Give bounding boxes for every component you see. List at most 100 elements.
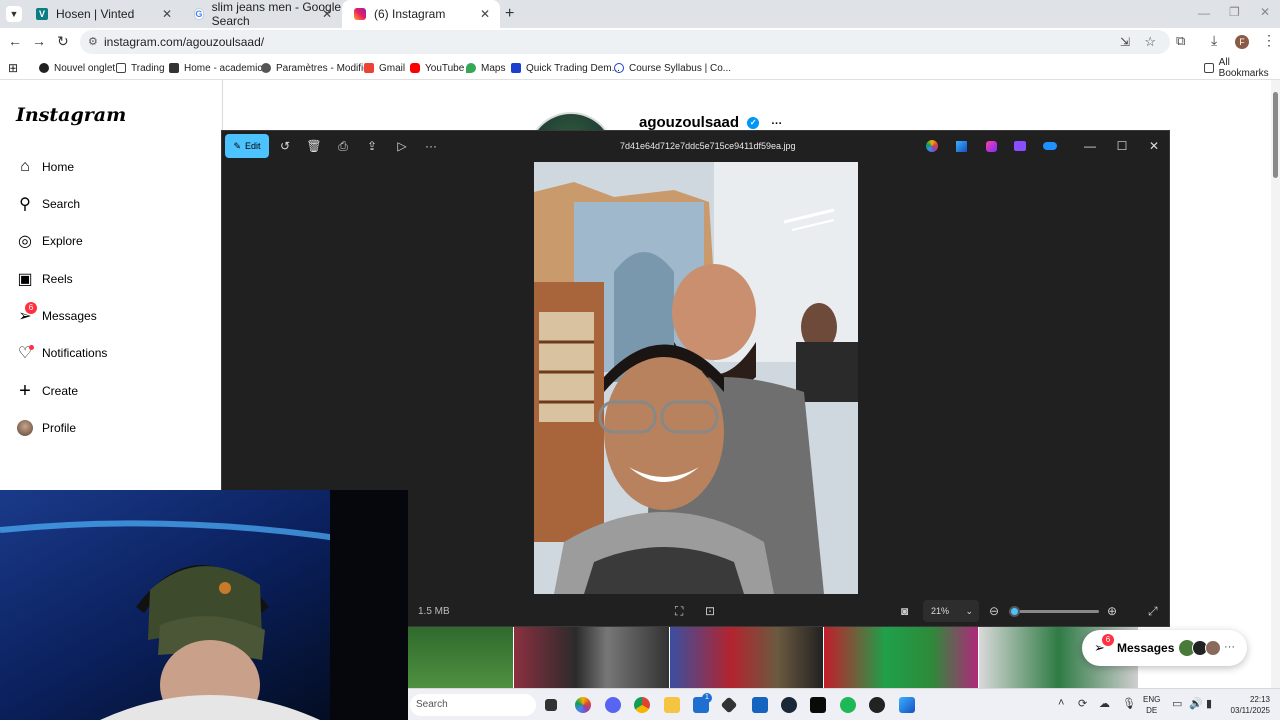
spotify-icon[interactable]: [840, 697, 856, 713]
bookmark-maps[interactable]: Maps: [466, 56, 505, 80]
bookmark-home-academics[interactable]: Home - academics: [169, 56, 267, 80]
gear-icon: [261, 63, 271, 73]
close-icon[interactable]: ✕: [480, 7, 490, 21]
post-thumbnail[interactable]: [514, 627, 669, 688]
bookmark-quick-trading[interactable]: Quick Trading Dem...: [511, 56, 620, 80]
video-editor-icon[interactable]: [1012, 138, 1028, 154]
bookmark-parametres[interactable]: Paramètres - Modifier: [261, 56, 372, 80]
instagram-logo[interactable]: Instagram: [16, 104, 126, 126]
forward-arrow-icon[interactable]: →: [32, 33, 46, 49]
downloads-icon[interactable]: ⤓: [1211, 32, 1217, 49]
file-explorer-icon[interactable]: [664, 697, 680, 713]
close-icon[interactable]: ✕: [322, 7, 332, 21]
zoom-slider-thumb[interactable]: [1008, 606, 1020, 617]
unity-icon[interactable]: [720, 696, 738, 714]
viewer-minimize-icon[interactable]: —: [1082, 138, 1098, 154]
photos-icon[interactable]: [899, 697, 915, 713]
back-arrow-icon[interactable]: ←: [8, 33, 22, 49]
install-app-icon[interactable]: ⇲: [1120, 30, 1130, 54]
nav-create[interactable]: + Create: [16, 379, 78, 403]
profile-avatar[interactable]: F: [1235, 35, 1249, 49]
designer-icon[interactable]: [953, 138, 969, 154]
copilot-icon[interactable]: [575, 697, 591, 713]
scrollbar-thumb[interactable]: [1273, 92, 1278, 178]
more-options-icon[interactable]: ···: [423, 138, 439, 154]
nav-profile[interactable]: Profile: [16, 416, 76, 440]
reload-icon[interactable]: ↻: [57, 33, 69, 50]
bookmark-star-icon[interactable]: ☆: [1144, 30, 1156, 54]
zoom-out-icon[interactable]: ⊖: [989, 604, 999, 618]
zoom-slider[interactable]: [1008, 606, 1099, 617]
post-thumbnail[interactable]: [670, 627, 823, 688]
fullscreen-icon[interactable]: ⤢: [1148, 604, 1158, 619]
messenger-icon: ➢ 6: [16, 302, 37, 325]
post-thumbnail[interactable]: [824, 627, 978, 688]
rotate-icon[interactable]: ↺: [277, 138, 293, 154]
language-indicator[interactable]: ENG DE: [1143, 694, 1160, 716]
delete-trash-icon[interactable]: 🗑: [306, 138, 322, 154]
nav-home[interactable]: ⌂ Home: [16, 155, 74, 179]
extensions-icon[interactable]: ⧉: [1176, 33, 1185, 49]
bookmark-youtube[interactable]: YouTube: [410, 56, 464, 80]
bookmark-course-syllabus[interactable]: Course Syllabus | Co...: [614, 56, 731, 80]
volume-icon[interactable]: 🔊: [1189, 697, 1203, 710]
nav-explore[interactable]: ◎ Explore: [16, 229, 83, 253]
window-close-icon[interactable]: ✕: [1260, 5, 1270, 19]
slideshow-icon[interactable]: ▷: [394, 138, 410, 154]
display-icon[interactable]: ▭: [1172, 697, 1182, 710]
close-icon[interactable]: ✕: [162, 7, 172, 21]
all-bookmarks[interactable]: All Bookmarks: [1204, 56, 1280, 80]
fit-to-window-icon[interactable]: ⛶: [675, 604, 683, 619]
obs-icon[interactable]: [869, 697, 885, 713]
post-thumbnail[interactable]: [408, 627, 513, 688]
profile-options-icon[interactable]: ···: [771, 118, 782, 130]
battery-icon[interactable]: ▮: [1206, 697, 1212, 710]
tab-google-search[interactable]: G slim jeans men - Google Search ✕: [182, 0, 342, 28]
tab-list-dropdown-icon[interactable]: ▼: [6, 6, 22, 22]
page-scrollbar[interactable]: [1271, 80, 1280, 688]
copilot-icon[interactable]: [924, 138, 940, 154]
zoom-dropdown[interactable]: 21% ⌄: [923, 600, 979, 622]
visual-studio-icon[interactable]: [752, 697, 768, 713]
onedrive-icon[interactable]: ☁: [1099, 697, 1110, 710]
address-bar[interactable]: ⚙ instagram.com/agouzoulsaad/ ⇲ ☆: [80, 30, 1170, 54]
microphone-icon[interactable]: 🎙: [1122, 697, 1136, 710]
onedrive-cloud-icon[interactable]: [1042, 138, 1058, 154]
zoom-in-icon[interactable]: ⊕: [1107, 604, 1117, 618]
nav-messages[interactable]: ➢ 6 Messages: [16, 302, 97, 328]
viewer-maximize-icon[interactable]: ☐: [1114, 138, 1130, 154]
new-tab-plus-icon[interactable]: +: [505, 5, 514, 23]
tab-instagram[interactable]: (6) Instagram ✕: [342, 0, 500, 28]
chevron-up-icon[interactable]: ˄: [1058, 697, 1064, 709]
restore-icon[interactable]: ❐: [1229, 5, 1240, 19]
actual-size-icon[interactable]: ⊡: [705, 604, 715, 618]
chrome-icon[interactable]: [634, 697, 650, 713]
discord-icon[interactable]: [605, 697, 621, 713]
menu-kebab-icon[interactable]: ⋮: [1262, 32, 1276, 49]
info-camera-icon[interactable]: ◙: [901, 604, 908, 618]
bookmark-nouvel-onglet[interactable]: Nouvel onglet: [39, 56, 115, 80]
windows-taskbar: Search 1 ˄ ⟳ ☁ 🎙 ENG DE ▭ 🔊 ▮ 22:13 03/1…: [408, 688, 1280, 720]
print-icon[interactable]: ⎙: [335, 138, 351, 154]
steam-icon[interactable]: [781, 697, 797, 713]
clock[interactable]: 22:13 03/11/2025: [1226, 694, 1270, 716]
bookmark-gmail[interactable]: Gmail: [364, 56, 405, 80]
nav-search[interactable]: ⚲ Search: [16, 192, 80, 216]
clipchamp-icon[interactable]: [983, 138, 999, 154]
messages-pill-label: Messages: [1117, 641, 1175, 655]
viewer-close-icon[interactable]: ✕: [1146, 138, 1162, 154]
nav-reels[interactable]: ▣ Reels: [16, 267, 72, 291]
tab-vinted[interactable]: V Hosen | Vinted ✕: [24, 0, 182, 28]
bookmark-trading[interactable]: Trading: [116, 56, 165, 80]
messages-floating-button[interactable]: ➢ 6 Messages ···: [1082, 630, 1247, 666]
terminal-icon[interactable]: [810, 697, 826, 713]
apps-grid-icon[interactable]: ⊞: [8, 56, 18, 80]
sync-icon[interactable]: ⟳: [1078, 697, 1087, 710]
nav-notifications[interactable]: ♡ Notifications: [16, 341, 107, 365]
taskbar-search-box[interactable]: Search: [410, 694, 536, 716]
site-info-icon[interactable]: ⚙: [88, 30, 98, 54]
minimize-icon[interactable]: —: [1198, 6, 1210, 20]
task-view-icon[interactable]: [545, 699, 557, 711]
edit-button[interactable]: ✎ Edit: [225, 134, 269, 158]
share-icon[interactable]: ⇪: [364, 138, 380, 154]
